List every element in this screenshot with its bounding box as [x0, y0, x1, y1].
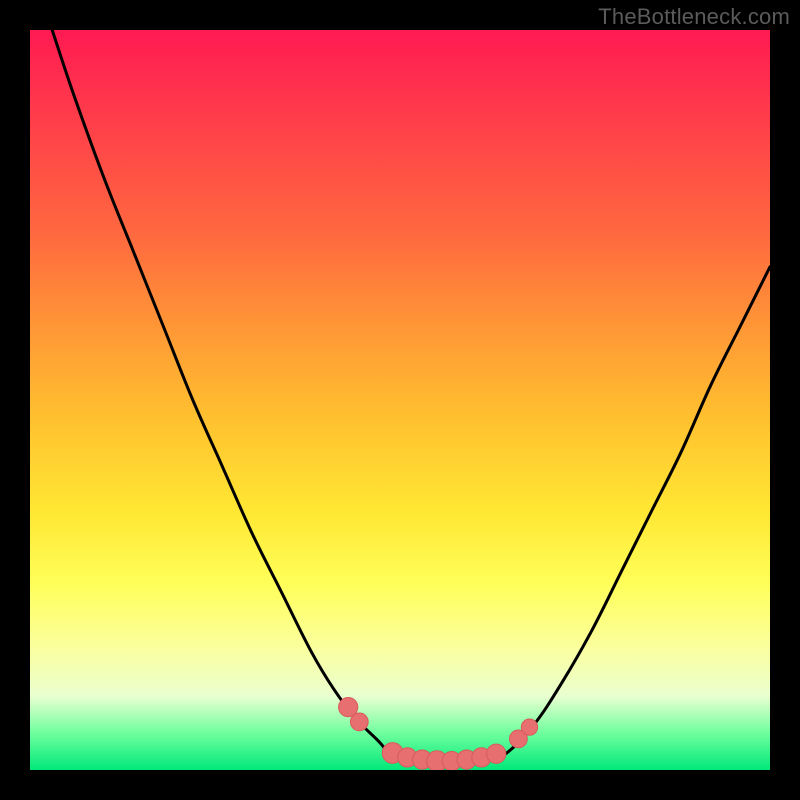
valley-marker [350, 713, 368, 731]
curve-layer [30, 30, 770, 770]
watermark-label: TheBottleneck.com [598, 4, 790, 30]
valley-marker [521, 719, 537, 735]
plot-area [30, 30, 770, 770]
bottleneck-curve-path [52, 30, 770, 763]
valley-markers [339, 697, 538, 770]
chart-frame: TheBottleneck.com [0, 0, 800, 800]
bottleneck-curve [52, 30, 770, 763]
valley-marker [487, 744, 506, 763]
